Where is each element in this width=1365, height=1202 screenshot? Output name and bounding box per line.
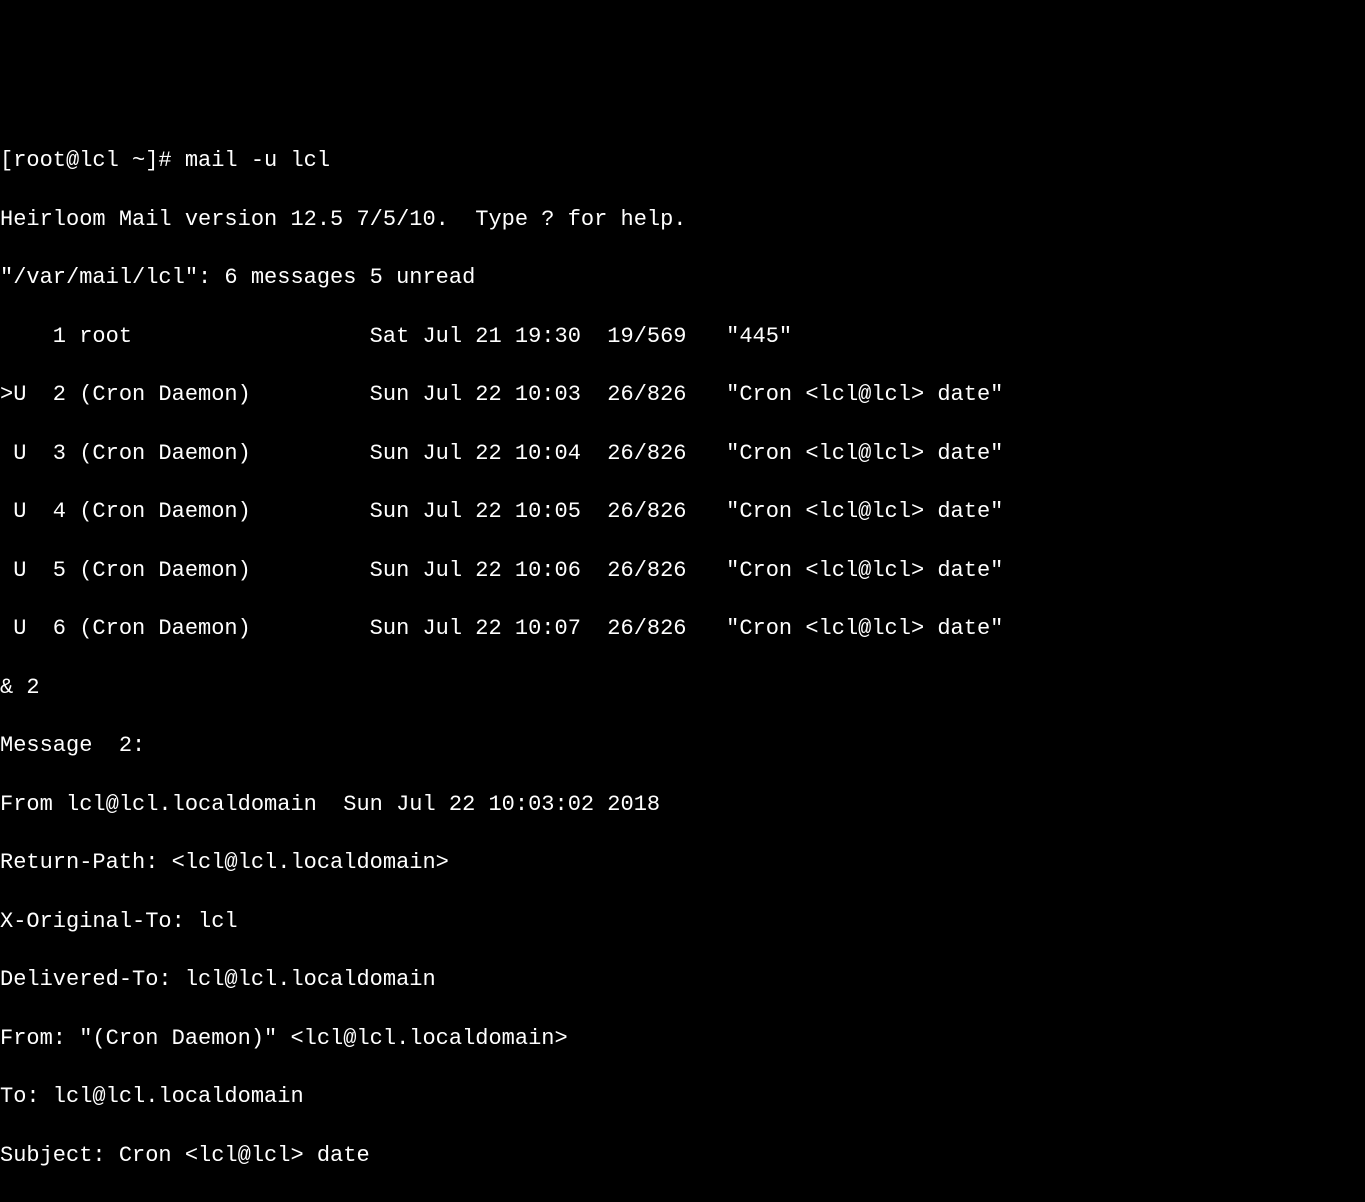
shell-prompt-line: [root@lcl ~]# mail -u lcl bbox=[0, 146, 1365, 175]
terminal[interactable]: [root@lcl ~]# mail -u lcl Heirloom Mail … bbox=[0, 117, 1365, 1202]
message-content-type: Content-Type: text/plain; charset=UTF-8 bbox=[0, 1199, 1365, 1202]
message-list-item: 1 root Sat Jul 21 19:30 19/569 "445" bbox=[0, 322, 1365, 351]
message-delivered-to: Delivered-To: lcl@lcl.localdomain bbox=[0, 965, 1365, 994]
message-from-header: From: "(Cron Daemon)" <lcl@lcl.localdoma… bbox=[0, 1024, 1365, 1053]
message-x-original-to: X-Original-To: lcl bbox=[0, 907, 1365, 936]
mail-input-prompt: & 2 bbox=[0, 673, 1365, 702]
message-subject-header: Subject: Cron <lcl@lcl> date bbox=[0, 1141, 1365, 1170]
message-header-line: Message 2: bbox=[0, 731, 1365, 760]
message-list-item: U 3 (Cron Daemon) Sun Jul 22 10:04 26/82… bbox=[0, 439, 1365, 468]
message-list-item: U 5 (Cron Daemon) Sun Jul 22 10:06 26/82… bbox=[0, 556, 1365, 585]
message-list-item: U 4 (Cron Daemon) Sun Jul 22 10:05 26/82… bbox=[0, 497, 1365, 526]
mailbox-info-line: "/var/mail/lcl": 6 messages 5 unread bbox=[0, 263, 1365, 292]
message-from-envelope: From lcl@lcl.localdomain Sun Jul 22 10:0… bbox=[0, 790, 1365, 819]
message-list-item: U 6 (Cron Daemon) Sun Jul 22 10:07 26/82… bbox=[0, 614, 1365, 643]
mail-version-line: Heirloom Mail version 12.5 7/5/10. Type … bbox=[0, 205, 1365, 234]
message-list-item: >U 2 (Cron Daemon) Sun Jul 22 10:03 26/8… bbox=[0, 380, 1365, 409]
message-return-path: Return-Path: <lcl@lcl.localdomain> bbox=[0, 848, 1365, 877]
message-to-header: To: lcl@lcl.localdomain bbox=[0, 1082, 1365, 1111]
